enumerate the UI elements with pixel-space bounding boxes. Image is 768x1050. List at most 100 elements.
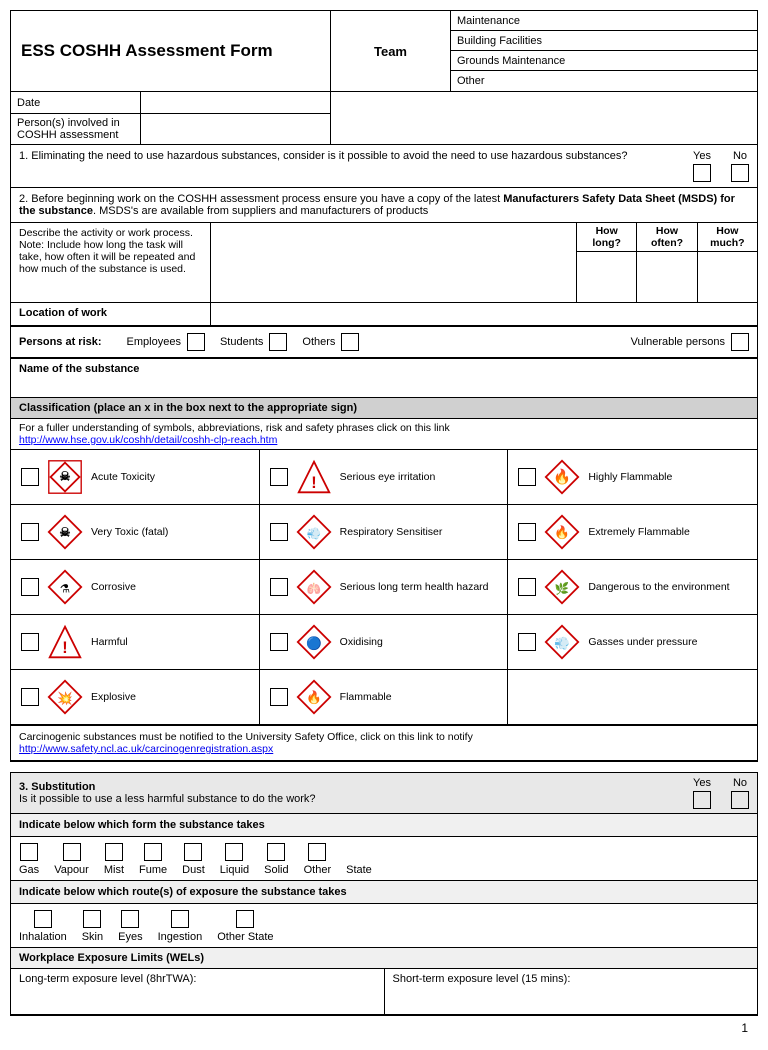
col1-body[interactable] [577,252,637,302]
col2-body[interactable] [637,252,697,302]
section3-yes-no: Yes No [693,777,749,809]
gas-checkbox[interactable] [518,633,536,651]
eye-label: Serious eye irritation [340,471,436,483]
other-label: Other [457,75,485,87]
gas-icon: 💨 [544,624,580,660]
students-checkbox[interactable] [269,333,287,351]
person-label: Person(s) involved in COSHH assessment [11,114,141,144]
resp-checkbox[interactable] [270,523,288,541]
explosive-icon: 💥 [47,679,83,715]
col-header: How long? How often? How much? [577,223,757,252]
skin-label: Skin [82,931,103,943]
describe-cols: How long? How often? How much? [577,223,757,302]
s3-no-item: No [731,777,749,809]
other-row: Other [451,71,757,91]
short-term-value[interactable] [393,985,750,1010]
hazard-flammable: 🔥 Flammable [260,670,509,725]
long-term-cell: Long-term exposure level (8hrTWA): [11,969,385,1014]
other-sub-checkbox[interactable] [308,843,326,861]
health-checkbox[interactable] [270,578,288,596]
env-checkbox[interactable] [518,578,536,596]
inhalation-checkbox[interactable] [34,910,52,928]
hf-label: Highly Flammable [588,471,672,483]
describe-table: Describe the activity or work process. N… [11,223,757,303]
name-row: Name of the substance [11,358,757,398]
oxid-label: Oxidising [340,636,383,648]
yes-label: Yes [693,150,711,162]
students-group: Students [220,333,287,351]
students-label: Students [220,336,263,348]
corr-checkbox[interactable] [21,578,39,596]
others-checkbox[interactable] [341,333,359,351]
location-value[interactable] [211,303,757,325]
solid-checkbox[interactable] [267,843,285,861]
svg-text:🔥: 🔥 [554,525,570,540]
skin-checkbox[interactable] [83,910,101,928]
vulnerable-group: Vulnerable persons [631,333,749,351]
vapour-checkbox[interactable] [63,843,81,861]
location-label: Location of work [11,303,211,325]
ef-checkbox[interactable] [518,523,536,541]
vulnerable-checkbox[interactable] [731,333,749,351]
others-group: Others [302,333,359,351]
hf-checkbox[interactable] [518,468,536,486]
svg-text:💨: 💨 [306,526,321,540]
name-value[interactable] [19,375,749,393]
svg-text:🔥: 🔥 [306,690,322,705]
no-checkbox[interactable] [731,164,749,182]
mist-item: Mist [104,843,124,876]
short-term-label: Short-term exposure level (15 mins): [393,973,571,985]
env-label: Dangerous to the environment [588,581,729,593]
employees-checkbox[interactable] [187,333,205,351]
carcino-link[interactable]: http://www.safety.ncl.ac.uk/carcinogenre… [19,743,273,755]
maintenance-row: Maintenance [451,11,757,31]
oxid-checkbox[interactable] [270,633,288,651]
harm-checkbox[interactable] [21,633,39,651]
other-sub-label: Other [304,864,332,876]
other-state-label: Other State [217,931,273,943]
eyes-checkbox[interactable] [121,910,139,928]
info-left: Date Person(s) involved in COSHH assessm… [11,92,331,144]
ingestion-item: Ingestion [158,910,203,943]
ef-label: Extremely Flammable [588,526,690,538]
flam-checkbox[interactable] [270,688,288,706]
hse-link[interactable]: http://www.hse.gov.uk/coshh/detail/coshh… [19,434,277,446]
acute-checkbox[interactable] [21,468,39,486]
section1-text: 1. Eliminating the need to use hazardous… [19,150,683,162]
fume-checkbox[interactable] [144,843,162,861]
short-term-cell: Short-term exposure level (15 mins): [385,969,758,1014]
liquid-checkbox[interactable] [225,843,243,861]
oxidising-icon: 🔵 [296,624,332,660]
gas-sub-checkbox[interactable] [20,843,38,861]
state-label: State [346,864,372,876]
long-term-value[interactable] [19,985,376,1010]
ingestion-checkbox[interactable] [171,910,189,928]
person-value[interactable] [141,114,330,144]
building-label: Building Facilities [457,35,542,47]
exclamation-icon: ! [296,459,332,495]
dust-checkbox[interactable] [184,843,202,861]
liquid-label: Liquid [220,864,249,876]
skin-item: Skin [82,910,103,943]
expl-checkbox[interactable] [21,688,39,706]
describe-value[interactable] [211,223,577,302]
date-value[interactable] [141,92,330,113]
s3-no-checkbox[interactable] [731,791,749,809]
mist-checkbox[interactable] [105,843,123,861]
yes-checkbox[interactable] [693,164,711,182]
flame2-icon: 🔥 [544,514,580,550]
other-state-checkbox[interactable] [236,910,254,928]
vt-checkbox[interactable] [21,523,39,541]
col3-body[interactable] [698,252,757,302]
substance-form-row: Indicate below which form the substance … [11,814,757,837]
eye-checkbox[interactable] [270,468,288,486]
svg-text:💨: 💨 [554,635,570,650]
wel-row: Workplace Exposure Limits (WELs) [11,948,757,969]
no-label: No [733,150,747,162]
s3-yes-checkbox[interactable] [693,791,711,809]
liquid-item: Liquid [220,843,249,876]
hazard-respiratory: 💨 Respiratory Sensitiser [260,505,509,560]
section2-text: 2. Before beginning work on the COSHH as… [11,188,757,223]
hazard-eye-irritation: ! Serious eye irritation [260,450,509,505]
building-row: Building Facilities [451,31,757,51]
